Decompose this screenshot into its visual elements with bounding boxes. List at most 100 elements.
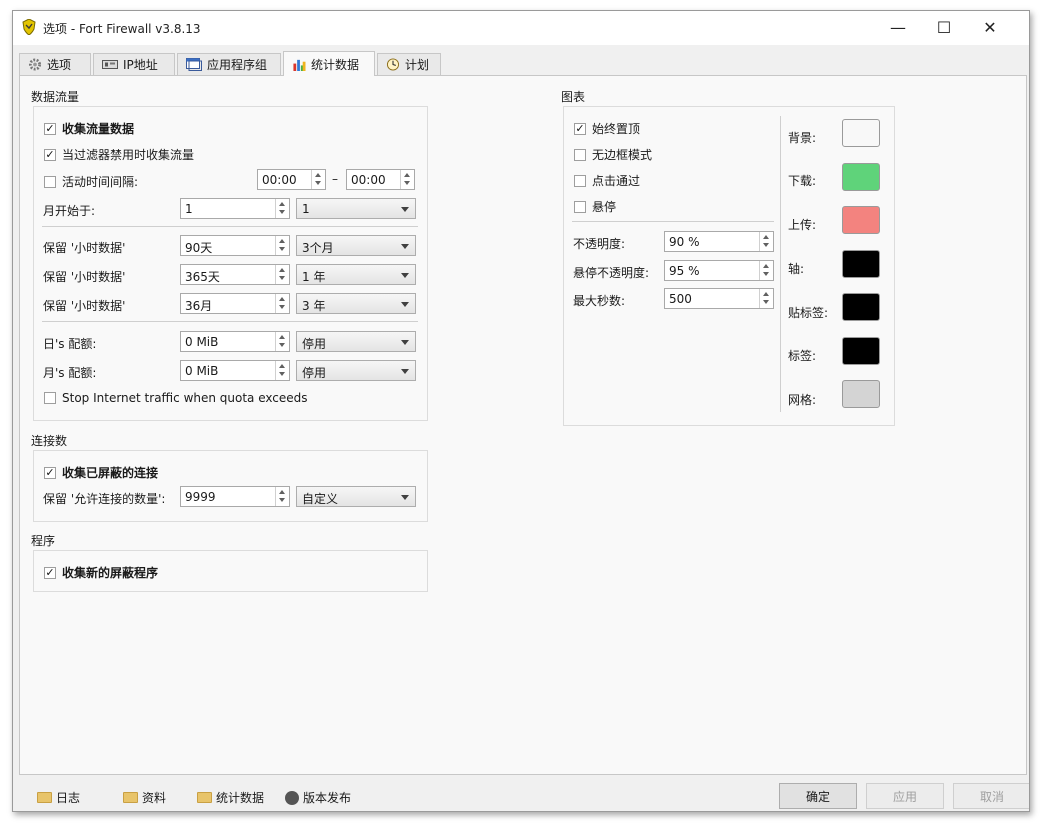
tab-options[interactable]: 选项 [19, 53, 91, 75]
tab-statistics-label: 统计数据 [311, 57, 360, 72]
cancel-button[interactable]: 取消 [953, 783, 1029, 809]
month-start-input[interactable]: 1 [180, 198, 290, 219]
color-upload-swatch[interactable] [842, 206, 880, 234]
close-button[interactable]: ✕ [967, 11, 1013, 43]
spin-arrows-icon[interactable] [275, 265, 289, 284]
color-grid-swatch[interactable] [842, 380, 880, 408]
opacity-label: 不透明度: [573, 237, 626, 251]
keep-daily-input[interactable]: 365天 [180, 264, 290, 285]
collect-traffic-checkbox[interactable]: ✓ 收集流量数据 [44, 120, 134, 137]
quota-month-label: 月's 配额: [43, 366, 97, 380]
spin-arrows-icon[interactable] [759, 289, 773, 308]
maximize-icon: ☐ [936, 17, 952, 37]
keep-daily-combo[interactable]: 1 年 [296, 264, 416, 285]
period-dash: – [332, 172, 338, 186]
spin-arrows-icon[interactable] [275, 236, 289, 255]
apply-button[interactable]: 应用 [866, 783, 944, 809]
click-through-checkbox[interactable]: 点击通过 [574, 172, 640, 189]
active-period-label: 活动时间间隔: [62, 175, 139, 189]
spin-arrows-icon[interactable] [759, 232, 773, 251]
quota-day-combo[interactable]: 停用 [296, 331, 416, 352]
stop-internet-label: Stop Internet traffic when quota exceeds [62, 391, 308, 405]
checkmark-icon: ✓ [44, 121, 56, 135]
month-start-label: 月开始于: [43, 204, 96, 218]
logs-link[interactable]: 日志 [37, 789, 80, 806]
color-background-swatch[interactable] [842, 119, 880, 147]
chevron-down-icon [401, 244, 409, 249]
quota-month-input[interactable]: 0 MiB [180, 360, 290, 381]
checkmark-icon: ✓ [44, 465, 56, 479]
keep-connections-combo[interactable]: 自定义 [296, 486, 416, 507]
keep-hourly-label: 保留 '小时数据' [43, 241, 126, 255]
color-download-swatch[interactable] [842, 163, 880, 191]
bottom-bar: 日志 资料 统计数据 版本发布 确定 应用 取消 [13, 777, 1029, 811]
maximize-button[interactable]: ☐ [921, 11, 967, 43]
spin-arrows-icon[interactable] [400, 170, 414, 189]
statistics-link[interactable]: 统计数据 [197, 789, 264, 806]
chevron-down-icon [401, 340, 409, 345]
keep-hourly-input[interactable]: 90天 [180, 235, 290, 256]
divider [42, 226, 418, 227]
spin-arrows-icon[interactable] [275, 294, 289, 313]
spin-arrows-icon[interactable] [275, 332, 289, 351]
quota-day-input[interactable]: 0 MiB [180, 331, 290, 352]
tab-ip-addresses-label: IP地址 [123, 58, 158, 72]
collect-blocked-checkbox[interactable]: ✓ 收集已屏蔽的连接 [44, 464, 158, 481]
quota-day-label: 日's 配额: [43, 337, 97, 351]
color-upload-label: 上传: [788, 218, 817, 232]
color-label-swatch[interactable] [842, 337, 880, 365]
github-icon [285, 790, 299, 805]
fort-shield-icon [22, 19, 36, 35]
color-grid-label: 网格: [788, 393, 817, 407]
checkmark-icon: ✓ [44, 565, 56, 579]
collect-when-disabled-label: 当过滤器禁用时收集流量 [62, 148, 195, 162]
active-period-to-input[interactable]: 00:00 [346, 169, 415, 190]
folder-icon [123, 792, 138, 803]
minimize-button[interactable]: — [875, 11, 921, 43]
spin-arrows-icon[interactable] [275, 199, 289, 218]
hover-opacity-input[interactable]: 95 % [664, 260, 774, 281]
stop-internet-checkbox[interactable]: Stop Internet traffic when quota exceeds [44, 391, 308, 405]
options-window: 选项 - Fort Firewall v3.8.13 — ☐ ✕ 选项 IP地址… [12, 10, 1030, 812]
keep-monthly-label: 保留 '小时数据' [43, 299, 126, 313]
active-period-from-input[interactable]: 00:00 [257, 169, 326, 190]
collect-when-disabled-checkbox[interactable]: ✓ 当过滤器禁用时收集流量 [44, 146, 194, 163]
keep-hourly-combo[interactable]: 3个月 [296, 235, 416, 256]
spin-arrows-icon[interactable] [311, 170, 325, 189]
keep-monthly-combo[interactable]: 3 年 [296, 293, 416, 314]
tab-statistics[interactable]: 统计数据 [283, 51, 375, 76]
traffic-group-title: 数据流量 [31, 90, 80, 104]
active-period-checkbox[interactable]: 活动时间间隔: [44, 173, 138, 190]
statistics-page: 数据流量 ✓ 收集流量数据 ✓ 当过滤器禁用时收集流量 活动时间间隔: 00:0… [19, 75, 1027, 775]
profile-link[interactable]: 资料 [123, 789, 166, 806]
checkmark-icon: ✓ [44, 147, 56, 161]
color-ticks-swatch[interactable] [842, 293, 880, 321]
hide-on-hover-checkbox[interactable]: 悬停 [574, 198, 616, 215]
keep-connections-input[interactable]: 9999 [180, 486, 290, 507]
max-seconds-label: 最大秒数: [573, 294, 626, 308]
ok-button[interactable]: 确定 [779, 783, 857, 809]
max-seconds-input[interactable]: 500 [664, 288, 774, 309]
connections-group-title: 连接数 [31, 434, 68, 448]
spin-arrows-icon[interactable] [759, 261, 773, 280]
color-background-label: 背景: [788, 131, 817, 145]
tab-options-label: 选项 [47, 58, 72, 72]
network-card-icon [102, 60, 118, 69]
tab-app-groups[interactable]: 应用程序组 [177, 53, 281, 75]
tab-schedule-label: 计划 [405, 58, 430, 72]
month-start-combo[interactable]: 1 [296, 198, 416, 219]
releases-link[interactable]: 版本发布 [285, 789, 351, 806]
frameless-checkbox[interactable]: 无边框模式 [574, 146, 652, 163]
close-icon: ✕ [983, 17, 997, 37]
tab-schedule[interactable]: 计划 [377, 53, 441, 75]
spin-arrows-icon[interactable] [275, 487, 289, 506]
collect-new-blocked-checkbox[interactable]: ✓ 收集新的屏蔽程序 [44, 564, 158, 581]
spin-arrows-icon[interactable] [275, 361, 289, 380]
quota-month-combo[interactable]: 停用 [296, 360, 416, 381]
tab-ip-addresses[interactable]: IP地址 [93, 53, 175, 75]
always-on-top-checkbox[interactable]: ✓ 始终置顶 [574, 120, 640, 137]
color-axis-swatch[interactable] [842, 250, 880, 278]
opacity-input[interactable]: 90 % [664, 231, 774, 252]
window-icon [186, 58, 202, 71]
keep-monthly-input[interactable]: 36月 [180, 293, 290, 314]
